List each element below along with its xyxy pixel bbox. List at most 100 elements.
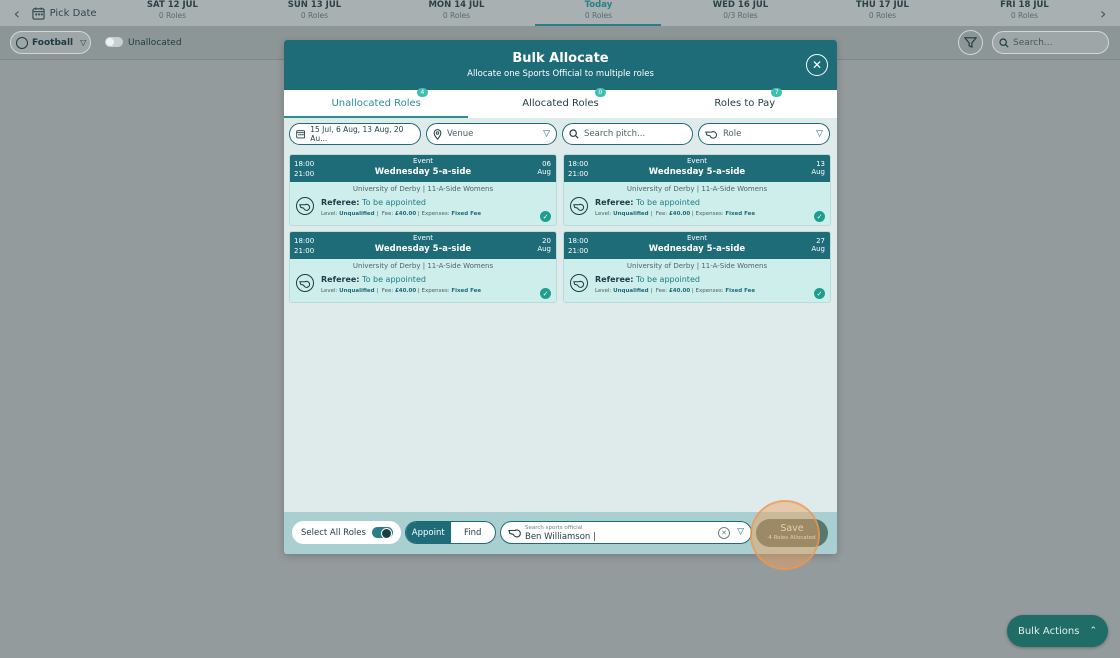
card-date: 06 Aug: [537, 160, 551, 176]
tab-label: Roles to Pay: [714, 98, 776, 109]
pitch-search-input[interactable]: Search pitch...: [562, 123, 693, 145]
venue-select[interactable]: Venue ▽: [426, 123, 557, 145]
clear-icon[interactable]: ✕: [718, 527, 730, 539]
level-value: Unqualified: [613, 288, 649, 294]
role-cards: 18:00 21:00 Event Wednesday 5-a-side 06 Aug Un…: [284, 150, 837, 303]
card-type: Event: [686, 234, 708, 242]
day-tab-sun-13[interactable]: SUN 13 JUL 0 Roles: [243, 0, 385, 26]
card-month: Aug: [537, 245, 551, 253]
card-title: Wednesday 5-a-side: [374, 167, 472, 177]
select-all-label: Select All Roles: [301, 527, 366, 538]
day-roles: 0 Roles: [158, 11, 187, 20]
expenses-value: Fixed Fee: [451, 211, 482, 217]
expenses-value: Fixed Fee: [725, 211, 756, 217]
day-name: WED 16 JUL: [712, 0, 769, 10]
day-tab-mon-14[interactable]: MON 14 JUL 0 Roles: [385, 0, 527, 26]
tab-label: Unallocated Roles: [331, 98, 421, 109]
day-name: FRI 18 JUL: [1000, 0, 1049, 10]
day-roles: 0 Roles: [442, 11, 471, 20]
fee-value: £40.00: [394, 288, 417, 294]
search-icon: [999, 37, 1009, 48]
card-type: Event: [412, 157, 434, 165]
day-roles: 0 Roles: [1010, 11, 1039, 20]
card-venue: University of Derby | 11-A-Side Womens: [626, 185, 768, 193]
date-filter[interactable]: 15 Jul, 6 Aug, 13 Aug, 20 Au...: [289, 123, 421, 145]
filter-button[interactable]: [958, 30, 983, 55]
card-venue: University of Derby | 11-A-Side Womens: [626, 262, 768, 270]
tab-allocated-roles[interactable]: Allocated Roles 0: [468, 88, 652, 118]
card-title: Wednesday 5-a-side: [648, 167, 746, 177]
card-body: University of Derby | 11-A-Side Womens Re…: [290, 182, 556, 225]
card-title-block: Event Wednesday 5-a-side: [290, 234, 556, 256]
expenses-label: Expenses:: [695, 288, 724, 294]
check-icon[interactable]: ✓: [814, 211, 825, 222]
save-button[interactable]: Save 4 Roles Allocated: [756, 519, 828, 547]
tab-unallocated-roles[interactable]: Unallocated Roles 4: [284, 88, 469, 118]
day-tab-fri-18[interactable]: FRI 18 JUL 0 Roles: [953, 0, 1095, 26]
tab-roles-to-pay[interactable]: Roles to Pay 7: [653, 88, 837, 118]
day-roles: 0 Roles: [584, 11, 613, 20]
pick-date-button[interactable]: Pick Date: [31, 6, 100, 20]
expenses-value: Fixed Fee: [725, 288, 756, 294]
fee-label: Fee:: [381, 211, 394, 217]
search-icon: [569, 129, 579, 139]
venue-placeholder: Venue: [447, 129, 474, 139]
prev-arrow-icon[interactable]: ‹: [9, 4, 25, 23]
day-tab-thu-17[interactable]: THU 17 JUL 0 Roles: [811, 0, 953, 26]
whistle-icon: [296, 274, 314, 292]
sports-official-search[interactable]: Search sports official Ben Williamson | …: [500, 521, 752, 544]
bulk-actions-button[interactable]: Bulk Actions ⌃: [1007, 615, 1108, 647]
chevron-down-icon[interactable]: ▽: [737, 527, 744, 537]
save-sublabel: 4 Roles Allocated: [768, 535, 816, 541]
top-search-placeholder: Search...: [1013, 37, 1053, 48]
modal-title: Bulk Allocate: [512, 51, 609, 66]
day-tab-sat-12[interactable]: SAT 12 JUL 0 Roles: [101, 0, 243, 26]
football-icon: [16, 36, 28, 49]
day-tab-today[interactable]: Today 0 Roles: [527, 0, 669, 26]
role-card[interactable]: 18:00 21:00 Event Wednesday 5-a-side 27 Aug Un…: [563, 231, 831, 303]
day-name: SAT 12 JUL: [146, 0, 198, 10]
card-title: Wednesday 5-a-side: [648, 244, 746, 254]
role-placeholder: Role: [723, 129, 742, 139]
card-title-block: Event Wednesday 5-a-side: [290, 157, 556, 179]
role-select[interactable]: Role ▽: [698, 123, 830, 145]
unallocated-toggle[interactable]: [105, 37, 123, 47]
card-day: 27: [816, 237, 825, 245]
card-title-block: Event Wednesday 5-a-side: [564, 234, 830, 256]
role-card[interactable]: 18:00 21:00 Event Wednesday 5-a-side 06 Aug Un…: [289, 154, 557, 226]
select-all-toggle[interactable]: [372, 527, 393, 539]
day-tabs: SAT 12 JUL 0 Roles SUN 13 JUL 0 Roles MON …: [101, 0, 1095, 26]
appoint-button[interactable]: Appoint: [406, 522, 451, 543]
card-date: 27 Aug: [811, 237, 825, 253]
card-role: Referee: To be appointed: [595, 275, 700, 284]
card-title-block: Event Wednesday 5-a-side: [564, 157, 830, 179]
date-filter-value: 15 Jul, 6 Aug, 13 Aug, 20 Au...: [310, 125, 404, 143]
close-button[interactable]: ✕: [806, 54, 828, 76]
sport-select[interactable]: Football ▽: [10, 31, 91, 54]
card-date: 13 Aug: [811, 160, 825, 176]
check-icon[interactable]: ✓: [540, 211, 551, 222]
tab-badge: 7: [771, 88, 783, 97]
card-date: 20 Aug: [537, 237, 551, 253]
pick-date-label: Pick Date: [49, 7, 97, 19]
date-bar: ‹ Pick Date SAT 12 JUL 0 Roles SUN 13 JUL…: [0, 0, 1120, 26]
day-tab-wed-16[interactable]: WED 16 JUL 0/3 Roles: [669, 0, 811, 26]
card-day: 13: [816, 160, 825, 168]
card-body: University of Derby | 11-A-Side Womens Re…: [564, 259, 830, 302]
day-name: SUN 13 JUL: [287, 0, 342, 10]
check-icon[interactable]: ✓: [540, 288, 551, 299]
role-card[interactable]: 18:00 21:00 Event Wednesday 5-a-side 13 Aug Un…: [563, 154, 831, 226]
find-button[interactable]: Find: [451, 522, 496, 543]
official-search-label: Search sports official: [525, 525, 583, 531]
role-card[interactable]: 18:00 21:00 Event Wednesday 5-a-side 20 Aug Un…: [289, 231, 557, 303]
top-search-input[interactable]: Search...: [992, 31, 1109, 54]
role-name: Referee:: [595, 198, 634, 207]
select-all-roles[interactable]: Select All Roles: [292, 521, 401, 544]
card-meta: Level: Unqualified | Fee: £40.00 | Expen…: [595, 288, 756, 294]
fee-label: Fee:: [381, 288, 394, 294]
whistle-icon: [296, 197, 314, 215]
next-arrow-icon[interactable]: ›: [1095, 4, 1111, 23]
level-value: Unqualified: [613, 211, 649, 217]
check-icon[interactable]: ✓: [814, 288, 825, 299]
fee-label: Fee:: [655, 211, 668, 217]
